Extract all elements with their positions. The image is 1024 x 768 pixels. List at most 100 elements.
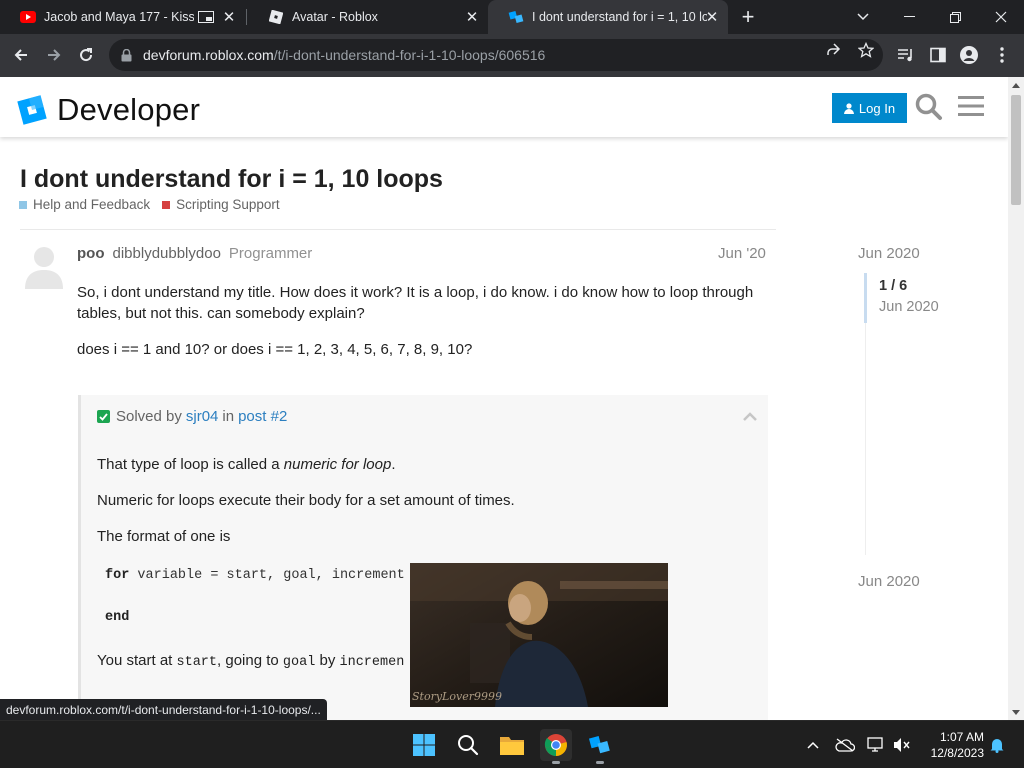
menu-kebab-icon[interactable] (993, 46, 1011, 64)
url-text: devforum.roblox.com/t/i-dont-understand-… (143, 47, 546, 63)
roblox-studio-icon (508, 9, 524, 25)
user-icon (843, 102, 854, 114)
brand-name: Developer (57, 92, 201, 127)
timeline-handle[interactable] (864, 273, 867, 323)
share-icon[interactable] (825, 42, 841, 58)
topic-title[interactable]: I dont understand for i = 1, 10 loops (20, 165, 443, 194)
taskbar-clock[interactable]: 1:07 AM 12/8/2023 (918, 729, 984, 761)
back-button[interactable] (7, 41, 35, 69)
file-explorer-button[interactable] (496, 729, 528, 761)
restore-button[interactable] (932, 0, 978, 34)
username[interactable]: poo (77, 245, 105, 262)
forward-button[interactable] (40, 41, 68, 69)
picture-in-picture-icon (198, 11, 214, 23)
timeline-start-date[interactable]: Jun 2020 (858, 245, 920, 262)
close-tab-icon[interactable]: ✕ (221, 9, 237, 26)
scroll-down-icon[interactable] (1012, 710, 1020, 715)
timeline-position: 1 / 6 (879, 278, 908, 294)
post-paragraph: does i == 1 and 10? or does i == 1, 2, 3… (77, 341, 473, 358)
close-window-button[interactable] (978, 0, 1024, 34)
chrome-icon (544, 734, 567, 756)
taskbar-search-button[interactable] (452, 729, 484, 761)
category-label: Help and Feedback (33, 197, 151, 212)
roblox-icon (268, 9, 284, 25)
onedrive-icon[interactable] (835, 735, 855, 755)
post-date[interactable]: Jun '20 (718, 245, 766, 262)
close-tab-icon[interactable]: ✕ (464, 9, 480, 26)
timeline-track[interactable] (865, 323, 866, 555)
running-indicator (552, 761, 560, 764)
category-label: Scripting Support (176, 197, 280, 212)
checkmark-icon (97, 410, 110, 423)
category-color-badge (19, 200, 27, 209)
timeline-position-date: Jun 2020 (879, 299, 939, 315)
picture-in-picture-video[interactable]: StoryLover9999 (410, 563, 668, 707)
minimize-button[interactable] (886, 0, 932, 34)
chrome-taskbar-button[interactable] (540, 729, 572, 764)
running-indicator (596, 761, 604, 764)
timeline-end-date[interactable]: Jun 2020 (858, 573, 920, 590)
roblox-logo-icon (17, 95, 47, 125)
profile-icon[interactable] (960, 46, 978, 64)
post-author: poo dibblydubblydoo Programmer (77, 245, 312, 262)
solved-by-label: Solved by (116, 408, 182, 425)
close-tab-icon[interactable]: ✕ (704, 9, 720, 26)
start-button[interactable] (408, 729, 440, 761)
in-label: in (222, 408, 235, 425)
tab-title: Jacob and Maya 177 - Kiss 2 (44, 10, 194, 24)
post-paragraph: So, i dont understand my title. How does… (77, 284, 754, 322)
scroll-up-icon[interactable] (1012, 83, 1020, 88)
tab-youtube[interactable]: Jacob and Maya 177 - Kiss 2 ✕ (0, 0, 245, 34)
category-help-and-feedback[interactable]: Help and Feedback (19, 197, 150, 212)
solution-paragraph: Numeric for loops execute their body for… (97, 492, 515, 509)
reload-button[interactable] (72, 41, 100, 69)
topic-categories: Help and Feedback Scripting Support (19, 197, 292, 212)
notification-bell-icon[interactable] (987, 735, 1007, 755)
search-icon[interactable] (915, 93, 943, 121)
windows-icon (413, 734, 435, 756)
roblox-studio-icon (588, 736, 610, 754)
site-header: Developer Log In (0, 77, 1008, 137)
folder-icon (500, 737, 524, 755)
solver-link[interactable]: sjr04 (186, 408, 219, 425)
lock-icon[interactable] (121, 48, 133, 62)
youtube-icon (20, 9, 36, 25)
solution-header: Solved by sjr04 in post #2 (97, 408, 291, 425)
solution-post-link[interactable]: post #2 (238, 408, 287, 425)
web-page: Developer Log In I dont understand for i… (0, 77, 1008, 720)
media-control-icon[interactable] (897, 46, 915, 64)
avatar[interactable] (24, 245, 64, 289)
new-tab-button[interactable]: + (737, 6, 759, 28)
search-icon (458, 735, 479, 756)
side-panel-icon[interactable] (929, 46, 947, 64)
login-label: Log In (858, 100, 896, 116)
chevron-up-icon[interactable] (743, 409, 757, 421)
category-scripting-support[interactable]: Scripting Support (162, 197, 280, 212)
hamburger-menu-icon[interactable] (958, 95, 984, 119)
tab-title: Avatar - Roblox (292, 10, 378, 24)
category-color-badge (162, 200, 171, 209)
solution-paragraph: The format of one is (97, 528, 231, 545)
login-button[interactable]: Log In (832, 93, 907, 123)
display-name[interactable]: dibblydubblydoo (113, 245, 221, 262)
windows-taskbar: 1:07 AM 12/8/2023 (0, 720, 1024, 768)
tab-roblox-avatar[interactable]: Avatar - Roblox ✕ (248, 0, 488, 34)
address-bar[interactable]: devforum.roblox.com/t/i-dont-understand-… (109, 39, 883, 71)
tab-devforum[interactable]: I dont understand for i = 1, 10 lo ✕ (488, 0, 728, 34)
video-watermark: StoryLover9999 (412, 690, 502, 703)
post-body: So, i dont understand my title. How does… (77, 282, 757, 375)
user-title: Programmer (228, 245, 313, 262)
bookmark-star-icon[interactable] (858, 42, 874, 58)
video-frame (410, 563, 668, 707)
tab-search-icon[interactable] (840, 0, 886, 34)
roblox-studio-taskbar-button[interactable] (584, 729, 616, 764)
divider (20, 229, 776, 230)
show-hidden-icons-chevron-icon[interactable] (803, 735, 823, 755)
tab-divider (246, 9, 247, 25)
scrollbar-thumb[interactable] (1011, 95, 1021, 205)
developer-logo[interactable]: Developer (17, 92, 200, 128)
network-icon[interactable] (866, 735, 886, 755)
volume-muted-icon[interactable] (892, 735, 912, 755)
page-scrollbar[interactable] (1008, 77, 1024, 720)
clock-time: 1:07 AM (939, 730, 984, 744)
